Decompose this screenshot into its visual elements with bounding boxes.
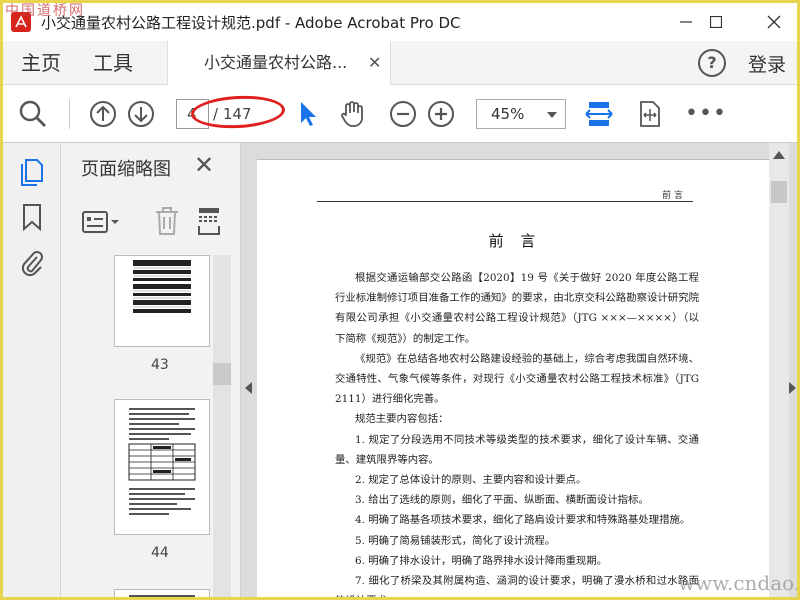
acrobat-window: 小交通量农村公路工程设计规范.pdf - Adobe Acrobat Pro D…: [0, 0, 800, 600]
thumbnail-scrollbar[interactable]: [213, 255, 231, 597]
pdf-page: 前 言 前 言 根据交通运输部交公路函【2020】19 号《关于做好 2020 …: [257, 159, 773, 597]
panel-title: 页面缩略图: [81, 159, 171, 180]
body-paragraph: 4. 明确了路基各项技术要求，细化了路肩设计要求和特殊路基处理措施。: [355, 514, 691, 527]
body-paragraph: 2. 规定了总体设计的原则、主要内容和设计要点。: [355, 474, 587, 487]
body-paragraph: 7. 细化了桥梁及其附属构造、涵洞的设计要求，明确了漫水桥和过水路面的设计要求。: [335, 575, 699, 597]
document-scrollbar[interactable]: [769, 143, 789, 597]
select-cursor-icon[interactable]: [293, 98, 325, 130]
thumbnail-label: 44: [151, 545, 169, 561]
close-tab-icon[interactable]: ✕: [368, 41, 381, 85]
home-tab[interactable]: 主页: [21, 41, 61, 85]
page-thumbnail-43[interactable]: [114, 255, 210, 347]
page-thumbnails-icon[interactable]: [19, 157, 45, 191]
title-bar: 小交通量农村公路工程设计规范.pdf - Adobe Acrobat Pro D…: [3, 3, 797, 41]
delete-page-icon[interactable]: [153, 205, 181, 241]
running-header: 前 言: [317, 190, 693, 202]
navigation-rail: [3, 143, 61, 597]
body-paragraph: 3. 给出了选线的原则，细化了平面、纵断面、横断面设计指标。: [355, 494, 649, 507]
body-paragraph: 6. 明确了排水设计，明确了路界排水设计降雨重现期。: [355, 554, 608, 567]
extract-page-icon[interactable]: [195, 205, 223, 241]
maximize-button[interactable]: [693, 3, 739, 41]
toolbar: 4 / 147 45% •••: [3, 85, 797, 143]
next-page-icon[interactable]: [125, 98, 157, 130]
more-tools-icon[interactable]: •••: [685, 103, 727, 125]
chevron-down-icon: [547, 112, 557, 118]
attachment-icon[interactable]: [19, 247, 45, 281]
page-body: 根据交通运输部交公路函【2020】19 号《关于做好 2020 年度公路工程行业…: [335, 268, 699, 597]
hand-tool-icon[interactable]: [337, 98, 369, 130]
help-icon[interactable]: ?: [698, 49, 726, 77]
thumbnail-scrollbar-thumb[interactable]: [213, 363, 231, 385]
close-panel-icon[interactable]: ✕: [194, 151, 214, 179]
rotate-view-icon[interactable]: [633, 98, 665, 130]
collapse-left-icon[interactable]: [245, 379, 253, 398]
previous-page-icon[interactable]: [87, 98, 119, 130]
thumbnail-tools: [61, 201, 241, 243]
zoom-out-icon[interactable]: [387, 98, 419, 130]
login-button[interactable]: 登录: [748, 41, 786, 89]
body-paragraph: 根据交通运输部交公路函【2020】19 号《关于做好 2020 年度公路工程行业…: [335, 272, 699, 345]
tools-tab[interactable]: 工具: [93, 41, 133, 85]
zoom-in-icon[interactable]: [425, 98, 457, 130]
document-view: 前 言 前 言 根据交通运输部交公路函【2020】19 号《关于做好 2020 …: [241, 143, 797, 597]
bookmark-icon[interactable]: [21, 203, 43, 235]
thumbnail-panel: 页面缩略图 ✕ 43 44: [61, 143, 241, 597]
fit-width-icon[interactable]: [583, 98, 615, 130]
body-paragraph: 1. 规定了分段选用不同技术等级类型的技术要求，细化了设计车辆、交通量、建筑限界…: [335, 433, 699, 466]
body-paragraph: 规范主要内容包括：: [355, 413, 449, 426]
watermark-url: www.cndao.com: [678, 571, 800, 595]
collapse-right-icon[interactable]: [789, 379, 797, 398]
document-tab-label: 小交通量农村公路...: [204, 53, 348, 72]
running-header-text: 前 言: [662, 191, 683, 201]
page-heading: 前 言: [488, 232, 542, 250]
zoom-select[interactable]: 45%: [476, 99, 566, 129]
page-thumbnail-next[interactable]: [114, 589, 210, 597]
toolbar-divider: [69, 99, 70, 129]
close-window-button[interactable]: [751, 3, 797, 41]
document-tab[interactable]: 小交通量农村公路... ✕: [167, 41, 391, 85]
watermark-logo: 中国道桥网: [5, 3, 85, 19]
body-paragraph: 5. 明确了简易铺装形式，简化了设计流程。: [355, 534, 556, 547]
search-icon[interactable]: [17, 98, 49, 130]
menu-bar: 主页 工具 小交通量农村公路... ✕ ? 登录: [3, 41, 797, 85]
window-title: 小交通量农村公路工程设计规范.pdf - Adobe Acrobat Pro D…: [41, 13, 461, 32]
body-paragraph: 《规范》在总结各地农村公路建设经验的基础上，综合考虑我国自然环境、交通特性、气象…: [335, 352, 699, 406]
thumbnail-options-icon[interactable]: [81, 209, 121, 239]
document-scrollbar-thumb[interactable]: [771, 181, 787, 203]
page-thumbnail-44[interactable]: [114, 399, 210, 535]
zoom-value: 45%: [491, 105, 525, 123]
thumbnail-label: 43: [151, 357, 169, 373]
